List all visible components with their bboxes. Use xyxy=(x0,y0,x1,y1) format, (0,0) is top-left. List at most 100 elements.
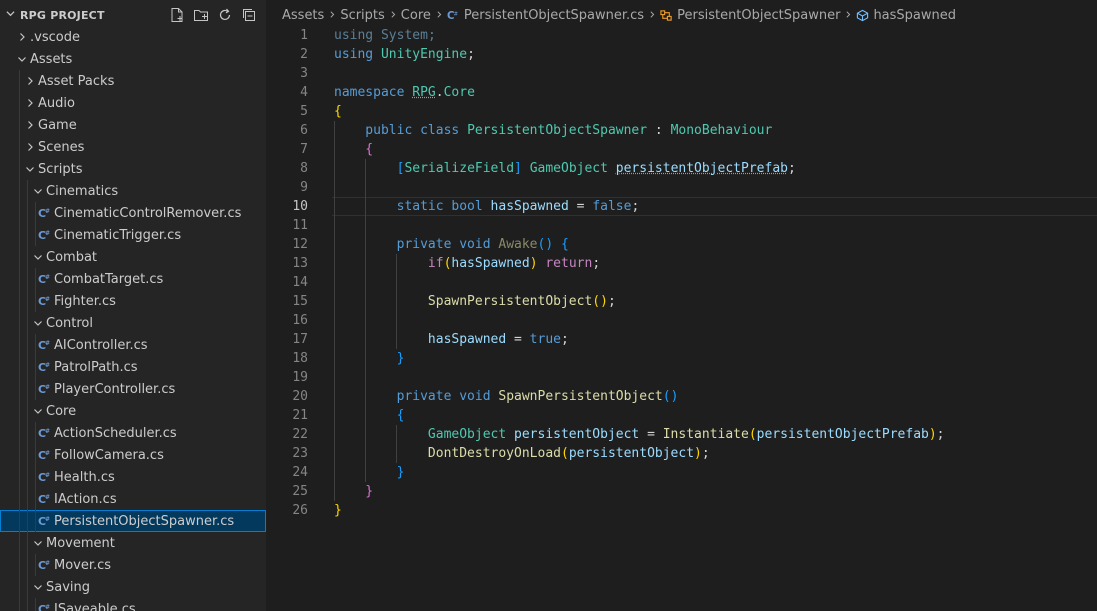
tree-folder[interactable]: Assets xyxy=(0,48,266,70)
breadcrumb-item[interactable]: C # PersistentObjectSpawner.cs xyxy=(447,8,644,23)
code-line[interactable]: 6 public class PersistentObjectSpawner :… xyxy=(266,121,1097,140)
code-editor[interactable]: 1 using System; 2 using UnityEngine; 3 4 names… xyxy=(266,26,1097,520)
code-line[interactable]: 15 SpawnPersistentObject(); xyxy=(266,292,1097,311)
chevron-down-icon[interactable] xyxy=(30,582,46,592)
code-text: DontDestroyOnLoad(persistentObject); xyxy=(334,444,710,463)
tree-file[interactable]: C # FollowCamera.cs xyxy=(0,444,266,466)
indent-guide xyxy=(35,290,36,312)
code-line[interactable]: 2 using UnityEngine; xyxy=(266,45,1097,64)
new-folder-icon[interactable] xyxy=(192,6,210,24)
csharp-file-icon: C # xyxy=(38,492,54,506)
tree-folder[interactable]: Scenes xyxy=(0,136,266,158)
tree-item-label: ISaveable.cs xyxy=(54,601,136,611)
chevron-down-icon[interactable] xyxy=(22,164,38,174)
tree-file[interactable]: C # IAction.cs xyxy=(0,488,266,510)
tree-folder[interactable]: Game xyxy=(0,114,266,136)
code-line[interactable]: 10 static bool hasSpawned = false; xyxy=(266,197,1097,216)
code-line[interactable]: 9 xyxy=(266,178,1097,197)
code-token: { xyxy=(334,142,374,157)
chevron-right-icon[interactable] xyxy=(22,142,38,152)
code-line[interactable]: 24 } xyxy=(266,463,1097,482)
tree-folder[interactable]: Core xyxy=(0,400,266,422)
code-line[interactable]: 4 namespace RPG.Core xyxy=(266,83,1097,102)
chevron-down-icon[interactable] xyxy=(14,54,30,64)
breadcrumb-item[interactable]: PersistentObjectSpawner xyxy=(660,8,840,23)
code-line[interactable]: 13 if(hasSpawned) return; xyxy=(266,254,1097,273)
tree-folder[interactable]: Saving xyxy=(0,576,266,598)
chevron-right-icon[interactable] xyxy=(14,32,30,42)
collapse-all-icon[interactable] xyxy=(240,6,258,24)
tree-folder[interactable]: Asset Packs xyxy=(0,70,266,92)
chevron-right-icon[interactable] xyxy=(22,76,38,86)
line-number: 17 xyxy=(292,332,308,347)
tree-file[interactable]: C # PatrolPath.cs xyxy=(0,356,266,378)
tree-folder[interactable]: Movement xyxy=(0,532,266,554)
code-line[interactable]: 20 private void SpawnPersistentObject() xyxy=(266,387,1097,406)
tree-file[interactable]: C # Mover.cs xyxy=(0,554,266,576)
code-line[interactable]: 3 xyxy=(266,64,1097,83)
code-line[interactable]: 17 hasSpawned = true; xyxy=(266,330,1097,349)
code-line[interactable]: 8 [SerializeField] GameObject persistent… xyxy=(266,159,1097,178)
tree-folder[interactable]: .vscode xyxy=(0,26,266,48)
tree-file[interactable]: C # Health.cs xyxy=(0,466,266,488)
tree-file[interactable]: C # PersistentObjectSpawner.cs xyxy=(0,510,266,532)
tree-file[interactable]: C # ActionScheduler.cs xyxy=(0,422,266,444)
code-line[interactable]: 19 xyxy=(266,368,1097,387)
tree-file[interactable]: C # CinematicTrigger.cs xyxy=(0,224,266,246)
new-file-icon[interactable] xyxy=(168,6,186,24)
chevron-down-icon[interactable] xyxy=(30,252,46,262)
tree-item-label: Combat xyxy=(46,249,98,265)
code-token: ; xyxy=(592,256,601,271)
code-line[interactable]: 12 private void Awake() { xyxy=(266,235,1097,254)
code-line[interactable]: 11 xyxy=(266,216,1097,235)
tree-file[interactable]: C # PlayerController.cs xyxy=(0,378,266,400)
chevron-down-icon[interactable] xyxy=(30,318,46,328)
code-line[interactable]: 22 GameObject persistentObject = Instant… xyxy=(266,425,1097,444)
chevron-down-icon[interactable] xyxy=(30,538,46,548)
chevron-down-icon[interactable] xyxy=(30,406,46,416)
code-line[interactable]: 1 using System; xyxy=(266,26,1097,45)
code-line[interactable]: 26} xyxy=(266,501,1097,520)
tree-folder[interactable]: Audio xyxy=(0,92,266,114)
refresh-icon[interactable] xyxy=(216,6,234,24)
code-line[interactable]: 21 { xyxy=(266,406,1097,425)
code-token: if xyxy=(334,256,444,271)
code-line[interactable]: 14 xyxy=(266,273,1097,292)
tree-file[interactable]: C # CombatTarget.cs xyxy=(0,268,266,290)
code-line[interactable]: 18 } xyxy=(266,349,1097,368)
breadcrumb-label: Core xyxy=(400,7,431,23)
chevron-down-icon[interactable] xyxy=(30,186,46,196)
code-line[interactable]: 5{ xyxy=(266,102,1097,121)
tree-file[interactable]: C # ISaveable.cs xyxy=(0,598,266,611)
tree-item-label: IAction.cs xyxy=(54,491,117,507)
csharp-file-icon: C # xyxy=(38,470,54,484)
tree-folder[interactable]: Control xyxy=(0,312,266,334)
code-line[interactable]: 16 xyxy=(266,311,1097,330)
csharp-file-icon: C # xyxy=(38,382,54,396)
breadcrumb-item[interactable]: hasSpawned xyxy=(856,8,956,23)
code-text: [SerializeField] GameObject persistentOb… xyxy=(334,159,796,178)
breadcrumb-item[interactable]: Assets xyxy=(282,8,324,23)
code-token: = xyxy=(568,199,593,214)
breadcrumb-label: PersistentObjectSpawner xyxy=(677,7,841,23)
tree-file[interactable]: C # CinematicControlRemover.cs xyxy=(0,202,266,224)
code-text: static bool hasSpawned = false; xyxy=(334,197,640,216)
tree-file[interactable]: C # AIController.cs xyxy=(0,334,266,356)
indent-guide xyxy=(35,488,36,510)
code-line[interactable]: 25 } xyxy=(266,482,1097,501)
code-line[interactable]: 23 DontDestroyOnLoad(persistentObject); xyxy=(266,444,1097,463)
tree-file[interactable]: C # Fighter.cs xyxy=(0,290,266,312)
chevron-right-icon[interactable] xyxy=(22,98,38,108)
breadcrumb-item[interactable]: Core xyxy=(401,8,431,23)
tree-folder[interactable]: Combat xyxy=(0,246,266,268)
breadcrumb-item[interactable]: Scripts xyxy=(340,8,384,23)
code-token: persistentObjectPrefab xyxy=(756,427,929,442)
line-number: 26 xyxy=(292,503,308,518)
indent-guide xyxy=(35,510,36,532)
line-number: 21 xyxy=(292,408,308,423)
chevron-right-icon[interactable] xyxy=(22,120,38,130)
indent-guide xyxy=(19,268,20,290)
tree-folder[interactable]: Cinematics xyxy=(0,180,266,202)
tree-folder[interactable]: Scripts xyxy=(0,158,266,180)
code-line[interactable]: 7 { xyxy=(266,140,1097,159)
